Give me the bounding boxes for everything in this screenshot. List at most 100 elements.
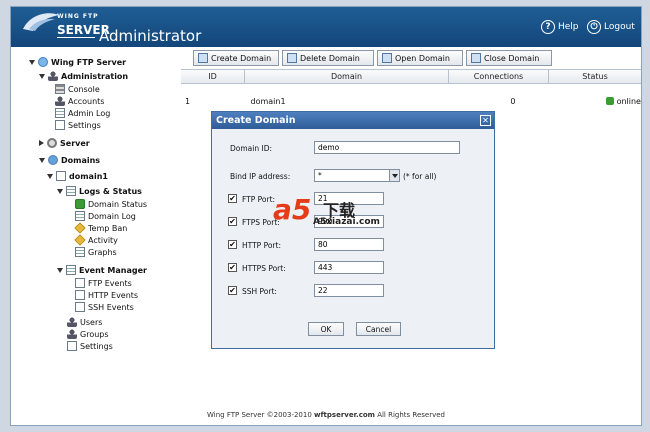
graph-icon [75,247,85,257]
tree-label: Activity [88,235,118,245]
column-header-status[interactable]: Status [549,70,641,83]
footer: Wing FTP Server ©2003-2010 wftpserver.co… [11,411,641,419]
column-header-connections[interactable]: Connections [449,70,549,83]
delete-domain-button[interactable]: Delete Domain [282,50,374,66]
cell-connections: 0 [510,96,516,106]
tree-label: Administration [61,71,129,81]
cell-domain: domain1 [250,96,286,106]
button-label: Open Domain [395,53,450,63]
event-icon [66,265,76,275]
ok-button[interactable]: OK [308,322,344,336]
ftp-events-icon [75,278,85,288]
open-domain-button[interactable]: Open Domain [377,50,463,66]
tree-item-console[interactable]: Console [55,84,100,94]
app-title: Administrator [99,27,202,45]
tree-item-accounts[interactable]: Accounts [55,96,104,106]
expand-arrow-icon[interactable] [29,59,35,65]
tree-label: Groups [80,329,109,339]
column-header-domain[interactable]: Domain [245,70,449,83]
status-text: online [616,96,641,106]
wing-logo-icon [23,13,59,31]
domains-icon [48,155,58,165]
tree-label: Graphs [88,247,117,257]
tree-item-ssh-events[interactable]: SSH Events [75,302,134,312]
tree-item-activity[interactable]: Activity [74,234,118,246]
ftp-port-label: FTP Port: [242,195,276,204]
bind-ip-value: * [318,171,322,180]
logo-text-top: WING FTP [57,13,99,20]
expand-arrow-icon[interactable] [47,173,53,179]
tree-item-groups[interactable]: Groups [67,329,109,339]
online-status-icon [605,97,614,105]
expand-arrow-icon[interactable] [57,188,63,194]
table-row[interactable]: 1 domain1 0 online [181,94,641,108]
ssh-port-input[interactable] [314,284,384,297]
accounts-icon [55,96,65,106]
ssh-events-icon [75,302,85,312]
power-icon: ⏻ [587,20,601,34]
http-port-input[interactable] [314,238,384,251]
delete-icon [287,53,297,63]
table-header: ID Domain Connections Status [181,69,641,84]
tree-label: SSH Events [88,302,134,312]
domain-toolbar: Create Domain Delete Domain Open Domain … [193,50,552,66]
tree-item-domains[interactable]: Domains [39,155,100,165]
tree-item-admin-log[interactable]: Admin Log [55,108,110,118]
tree-item-http-events[interactable]: HTTP Events [75,290,138,300]
expand-arrow-icon[interactable] [57,267,63,273]
close-icon [471,53,481,63]
tree-item-domain-log[interactable]: Domain Log [75,211,136,221]
tree-label: Console [68,84,100,94]
https-port-checkbox[interactable]: ✔ [228,263,237,272]
domain-icon [56,171,66,181]
tree-item-event-manager[interactable]: Event Manager [57,265,147,275]
column-header-id[interactable]: ID [181,70,245,83]
tree-label: domain1 [69,171,108,181]
tree-item-admin-settings[interactable]: Settings [55,120,101,130]
close-domain-button[interactable]: Close Domain [466,50,552,66]
logout-button[interactable]: ⏻ Logout [587,20,635,34]
domain-id-input[interactable] [314,141,460,154]
tree-item-administration[interactable]: Administration [39,71,128,81]
users-icon [67,317,77,327]
tree-item-server[interactable]: Server [39,138,90,148]
tree-item-logs-status[interactable]: Logs & Status [57,186,142,196]
cancel-button[interactable]: Cancel [356,322,401,336]
chevron-down-icon[interactable] [389,170,399,181]
check-icon [75,199,85,209]
cell-id: 1 [185,96,191,106]
tree-item-ftp-events[interactable]: FTP Events [75,278,132,288]
help-label: Help [558,22,579,32]
open-icon [382,53,392,63]
settings-icon [67,341,77,351]
create-domain-button[interactable]: Create Domain [193,50,279,66]
app-header: WING FTP SERVER Administrator ? Help ⏻ L… [11,7,641,47]
dialog-close-button[interactable]: ✕ [480,115,491,126]
tree-item-domain1[interactable]: domain1 [47,171,108,181]
tree-item-domain-status[interactable]: Domain Status [75,199,147,209]
footer-site[interactable]: wftpserver.com [314,411,375,419]
collapse-arrow-icon[interactable] [39,140,44,146]
tree-label: Settings [80,341,113,351]
tree-item-domain-settings[interactable]: Settings [67,341,113,351]
http-events-icon [75,290,85,300]
tree-label: Users [80,317,103,327]
http-port-checkbox[interactable]: ✔ [228,240,237,249]
help-button[interactable]: ? Help [541,20,579,34]
expand-arrow-icon[interactable] [39,73,45,79]
activity-icon [74,234,86,246]
watermark-logo: a5 [273,193,312,226]
https-port-input[interactable] [314,261,384,274]
ftp-port-checkbox[interactable]: ✔ [228,194,237,203]
log-icon [75,211,85,221]
ftps-port-checkbox[interactable]: ✔ [228,217,237,226]
tree-item-graphs[interactable]: Graphs [75,247,117,257]
tree-root-wing-ftp-server[interactable]: Wing FTP Server [29,57,126,67]
ssh-port-checkbox[interactable]: ✔ [228,286,237,295]
http-port-label: HTTP Port: [242,241,281,250]
bind-ip-select[interactable]: * [314,169,400,182]
tree-item-temp-ban[interactable]: Temp Ban [74,222,127,234]
tree-item-users[interactable]: Users [67,317,102,327]
tree-label: Wing FTP Server [51,57,127,67]
expand-arrow-icon[interactable] [39,157,45,163]
